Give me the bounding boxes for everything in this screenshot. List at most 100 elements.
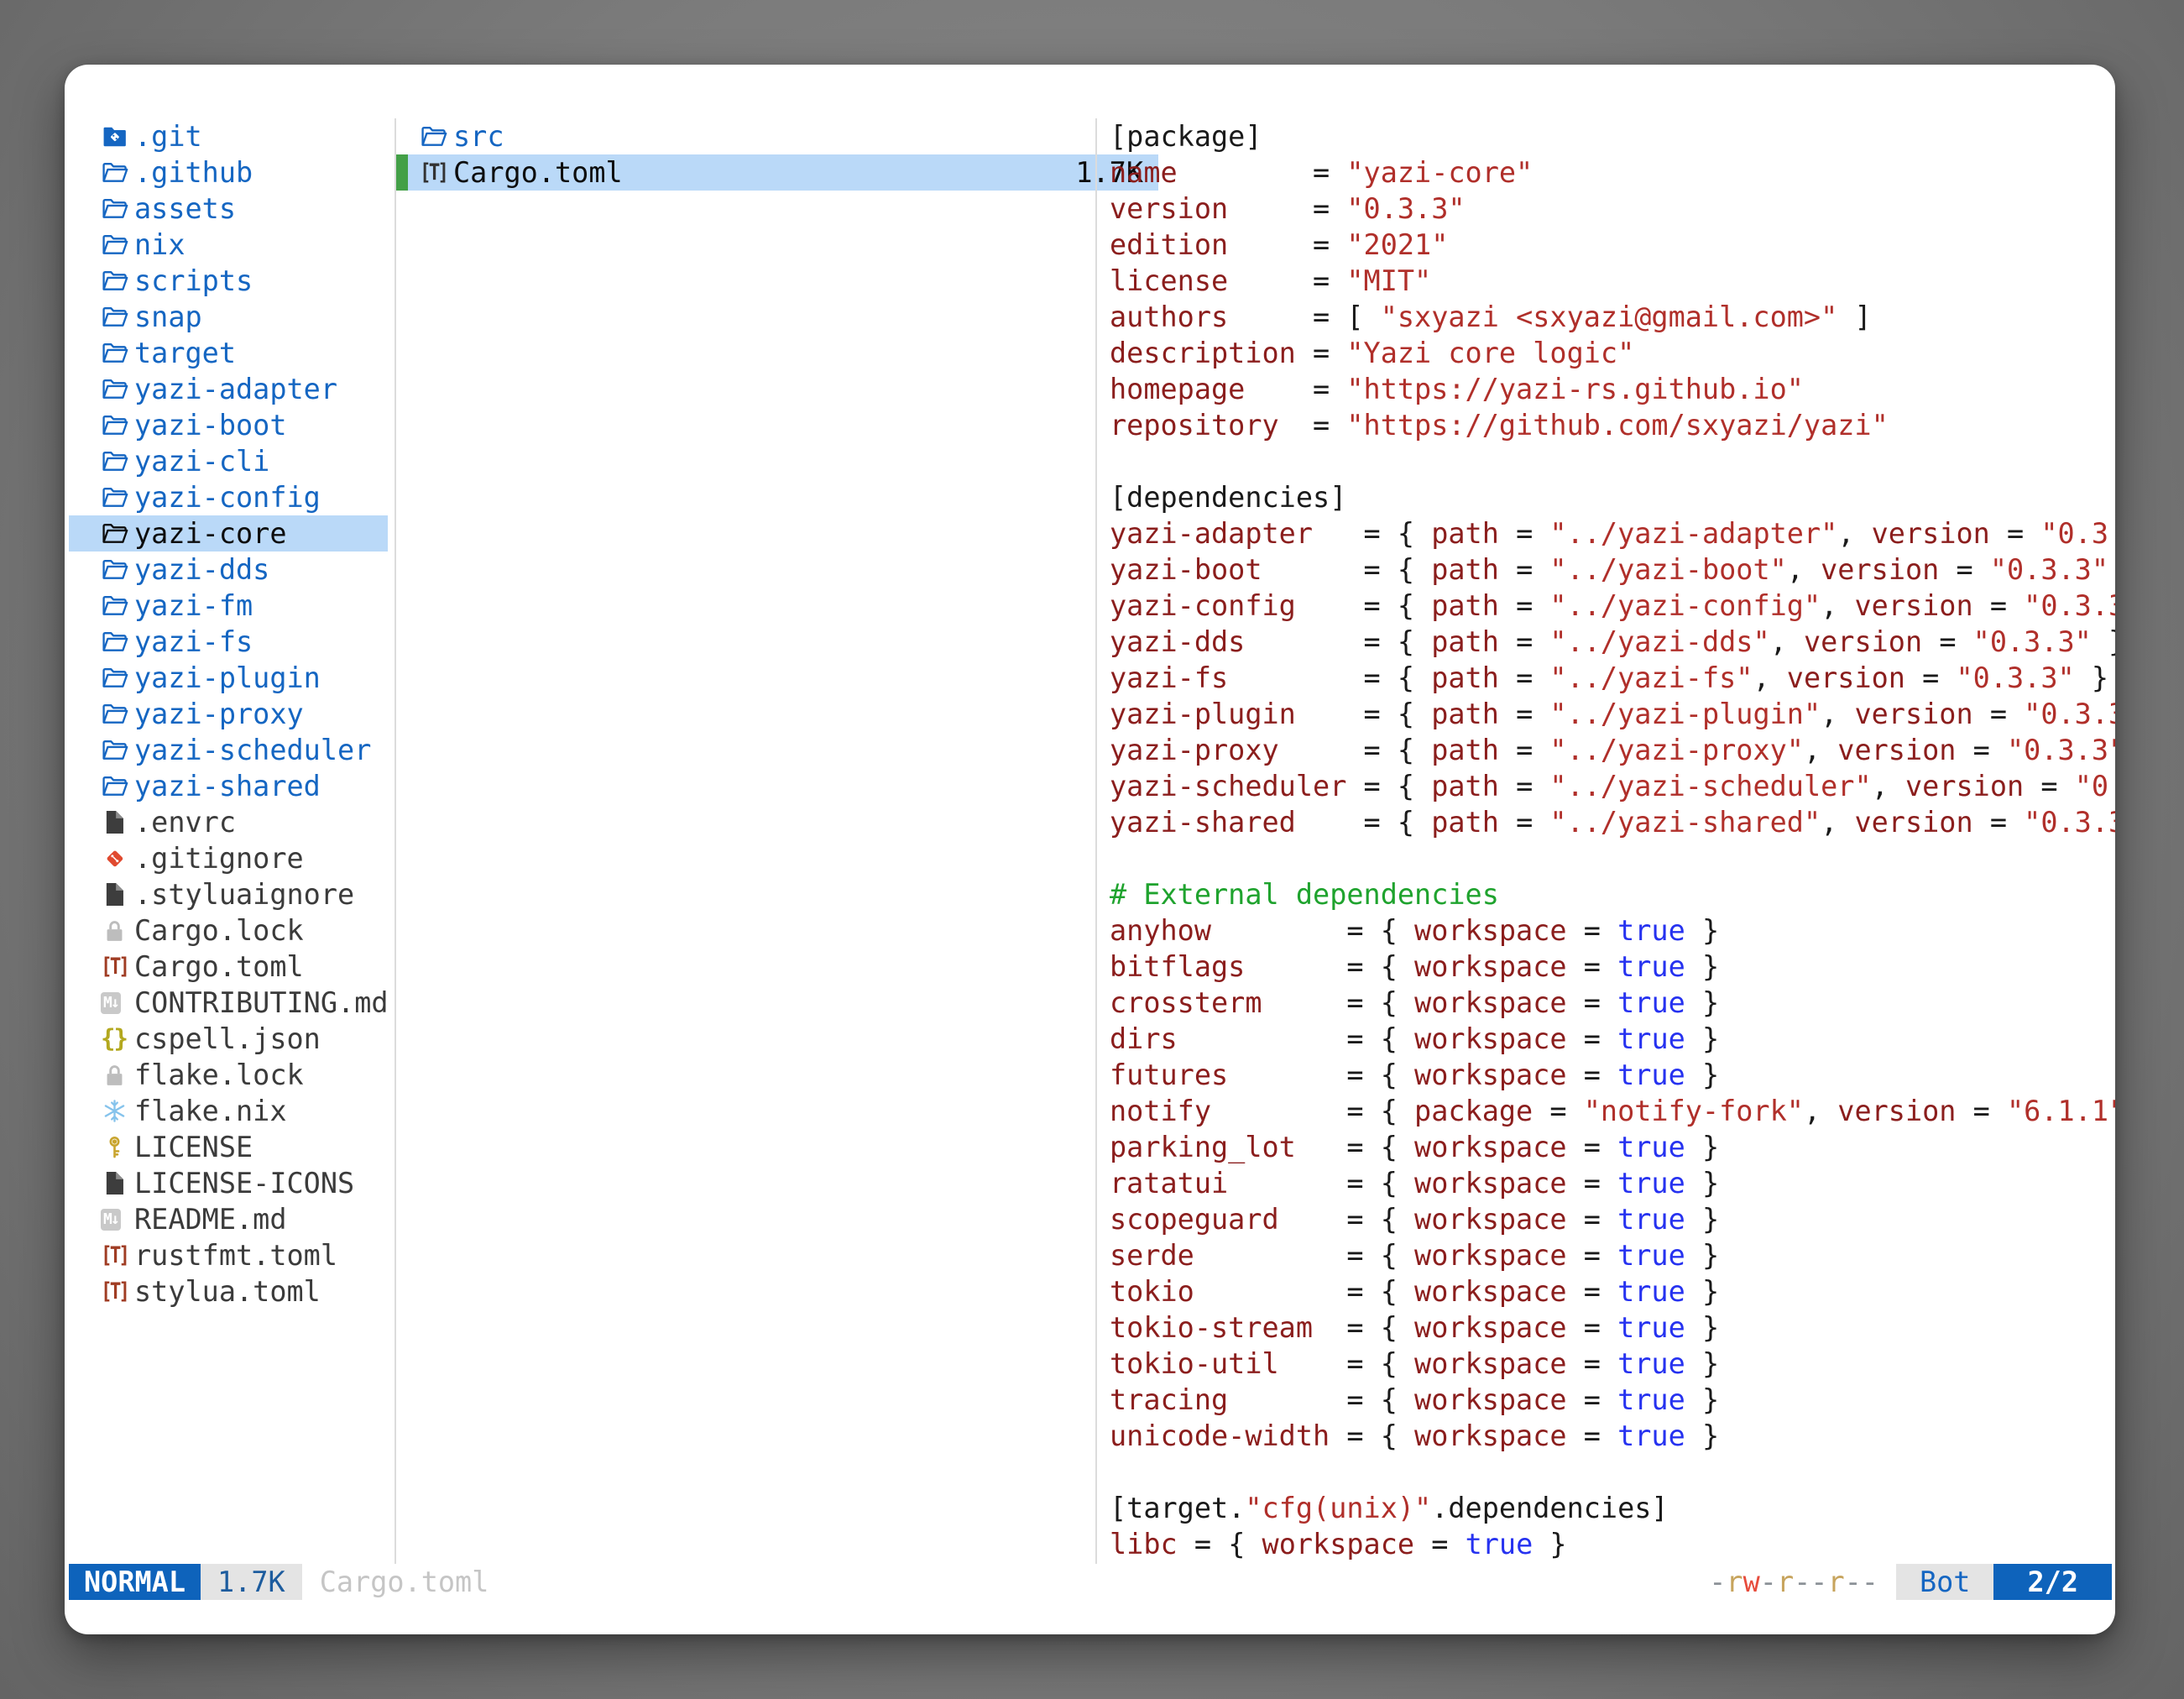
item-label: yazi-cli — [134, 443, 269, 479]
item-label: Cargo.toml — [453, 154, 623, 191]
toml-icon: [T] — [420, 154, 453, 191]
lock-icon — [101, 917, 134, 944]
item-label: snap — [134, 299, 202, 335]
parent-item[interactable]: M↓README.md — [69, 1201, 388, 1237]
preview-line: notify = { package = "notify-fork", vers… — [1110, 1093, 2115, 1129]
folder-open-icon — [101, 736, 134, 764]
pane-separator — [394, 118, 396, 1564]
parent-item[interactable]: .envrc — [69, 804, 388, 840]
parent-item[interactable]: yazi-cli — [69, 443, 388, 479]
md-icon: M↓ — [101, 992, 134, 1014]
item-label: .gitignore — [134, 840, 304, 876]
toml-icon: [T] — [101, 1273, 134, 1310]
parent-item[interactable]: [T]rustfmt.toml — [69, 1237, 388, 1273]
parent-item[interactable]: yazi-dds — [69, 552, 388, 588]
item-label: CONTRIBUTING.md — [134, 985, 388, 1021]
parent-item[interactable]: {}cspell.json — [69, 1021, 388, 1057]
item-label: target — [134, 335, 236, 371]
parent-item[interactable]: M↓CONTRIBUTING.md — [69, 985, 388, 1021]
folder-open-icon — [101, 628, 134, 656]
item-label: README.md — [134, 1201, 287, 1237]
preview-line: [package] — [1110, 118, 2115, 154]
item-label: flake.lock — [134, 1057, 304, 1093]
parent-item[interactable]: .styluaignore — [69, 876, 388, 912]
file-row[interactable]: src — [396, 118, 1158, 154]
parent-item[interactable]: .github — [69, 154, 388, 191]
parent-item[interactable]: target — [69, 335, 388, 371]
parent-item[interactable]: yazi-fm — [69, 588, 388, 624]
preview-line: ratatui = { workspace = true } — [1110, 1165, 2115, 1201]
preview-line: tracing = { workspace = true } — [1110, 1382, 2115, 1418]
parent-item[interactable]: yazi-proxy — [69, 696, 388, 732]
item-label: .git — [134, 118, 202, 154]
item-label: yazi-core — [134, 515, 287, 552]
item-label: yazi-fm — [134, 588, 253, 624]
preview-line: tokio-util = { workspace = true } — [1110, 1346, 2115, 1382]
parent-item[interactable]: yazi-boot — [69, 407, 388, 443]
folder-open-icon — [101, 447, 134, 475]
file-row[interactable]: [T]Cargo.toml1.7K — [396, 154, 1158, 191]
preview-line: scopeguard = { workspace = true } — [1110, 1201, 2115, 1237]
parent-item[interactable]: flake.nix — [69, 1093, 388, 1129]
item-label: stylua.toml — [134, 1273, 321, 1310]
scroll-position-badge: Bot — [1896, 1564, 1994, 1600]
pane-separator — [1095, 118, 1097, 1564]
parent-item[interactable]: Cargo.lock — [69, 912, 388, 949]
parent-item[interactable]: yazi-fs — [69, 624, 388, 660]
parent-item[interactable]: yazi-core — [69, 515, 388, 552]
item-label: cspell.json — [134, 1021, 321, 1057]
preview-line — [1110, 840, 2115, 876]
parent-item[interactable]: assets — [69, 191, 388, 227]
preview-pane: [package]name = "yazi-core"version = "0.… — [1110, 118, 2115, 1562]
item-label: LICENSE — [134, 1129, 253, 1165]
toml-icon: [T] — [101, 949, 134, 985]
parent-item[interactable]: .git — [69, 118, 388, 154]
folder-open-icon — [101, 195, 134, 222]
item-label: yazi-fs — [134, 624, 253, 660]
file-icon — [101, 808, 134, 836]
parent-item[interactable]: snap — [69, 299, 388, 335]
folder-open-icon — [101, 772, 134, 800]
parent-item[interactable]: [T]Cargo.toml — [69, 949, 388, 985]
parent-item[interactable]: LICENSE-ICONS — [69, 1165, 388, 1201]
parent-pane: .git.githubassetsnixscriptssnaptargetyaz… — [65, 118, 394, 1310]
preview-line: yazi-plugin = { path = "../yazi-plugin",… — [1110, 696, 2115, 732]
item-label: flake.nix — [134, 1093, 287, 1129]
preview-line: [target."cfg(unix)".dependencies] — [1110, 1490, 2115, 1526]
preview-line: unicode-width = { workspace = true } — [1110, 1418, 2115, 1454]
item-label: rustfmt.toml — [134, 1237, 337, 1273]
folder-open-icon — [101, 484, 134, 511]
parent-item[interactable]: yazi-scheduler — [69, 732, 388, 768]
preview-line: serde = { workspace = true } — [1110, 1237, 2115, 1273]
parent-item[interactable]: yazi-plugin — [69, 660, 388, 696]
item-label: scripts — [134, 263, 253, 299]
item-label: yazi-plugin — [134, 660, 321, 696]
preview-line: yazi-fs = { path = "../yazi-fs", version… — [1110, 660, 2115, 696]
preview-line: dirs = { workspace = true } — [1110, 1021, 2115, 1057]
key-icon — [101, 1133, 134, 1161]
folder-open-icon — [101, 375, 134, 403]
hover-marker — [396, 154, 408, 191]
item-label: yazi-adapter — [134, 371, 337, 407]
parent-item[interactable]: yazi-shared — [69, 768, 388, 804]
preview-line: name = "yazi-core" — [1110, 154, 2115, 191]
preview-line: bitflags = { workspace = true } — [1110, 949, 2115, 985]
parent-item[interactable]: yazi-config — [69, 479, 388, 515]
yazi-window: .git.githubassetsnixscriptssnaptargetyaz… — [65, 65, 2115, 1634]
parent-item[interactable]: .gitignore — [69, 840, 388, 876]
preview-line — [1110, 1454, 2115, 1490]
parent-item[interactable]: yazi-adapter — [69, 371, 388, 407]
parent-item[interactable]: LICENSE — [69, 1129, 388, 1165]
preview-line: version = "0.3.3" — [1110, 191, 2115, 227]
hovered-file-name: Cargo.toml — [320, 1564, 489, 1600]
folder-open-icon — [420, 123, 453, 150]
file-size-badge: 1.7K — [201, 1564, 302, 1600]
md-icon: M↓ — [101, 1209, 134, 1231]
preview-line: yazi-shared = { path = "../yazi-shared",… — [1110, 804, 2115, 840]
preview-line — [1110, 443, 2115, 479]
parent-item[interactable]: flake.lock — [69, 1057, 388, 1093]
parent-item[interactable]: nix — [69, 227, 388, 263]
parent-item[interactable]: scripts — [69, 263, 388, 299]
preview-line: authors = [ "sxyazi <sxyazi@gmail.com>" … — [1110, 299, 2115, 335]
parent-item[interactable]: [T]stylua.toml — [69, 1273, 388, 1310]
